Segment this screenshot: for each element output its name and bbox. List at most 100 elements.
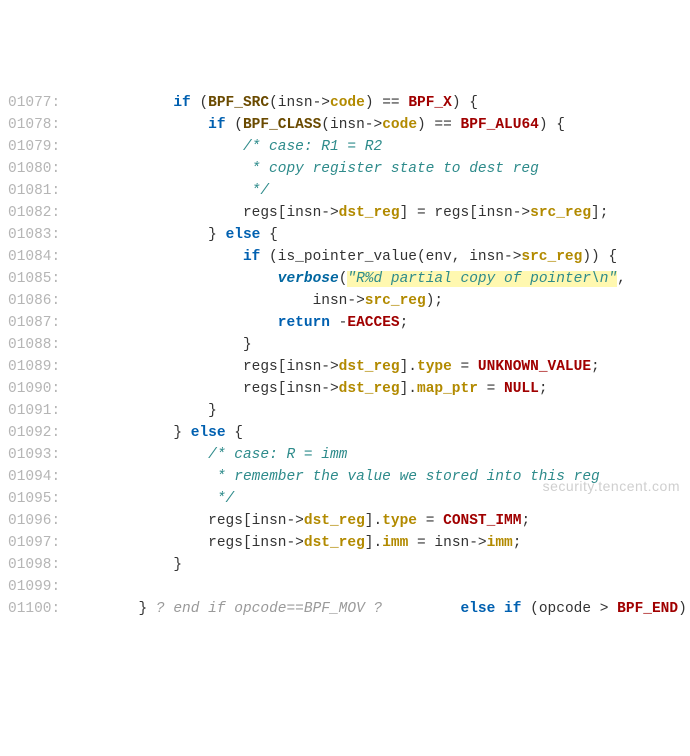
line-number: 01079: — [8, 139, 60, 155]
token-mem: dst_reg — [304, 535, 365, 551]
token-d: ) { — [452, 95, 478, 111]
line-number: 01098: — [8, 557, 60, 573]
token-d: ]. — [365, 535, 382, 551]
token-mac: BPF_CLASS — [243, 117, 321, 133]
token-mem: imm — [487, 535, 513, 551]
watermark: security.tencent.com — [543, 475, 680, 497]
token-d: regs[insn-> — [243, 359, 339, 375]
token-cm: */ — [252, 183, 269, 199]
token-hl: "R%d partial copy of pointer\n" — [347, 271, 617, 287]
code-line: 01089: regs[insn->dst_reg].type = UNKNOW… — [8, 356, 682, 378]
code-line: 01080: * copy register state to dest reg — [8, 158, 682, 180]
token-d: regs[insn-> — [243, 381, 339, 397]
line-number: 01085: — [8, 271, 60, 287]
line-number: 01096: — [8, 513, 60, 529]
code-line: 01090: regs[insn->dst_reg].map_ptr = NUL… — [8, 378, 682, 400]
line-number: 01091: — [8, 403, 60, 419]
token-cm: */ — [217, 491, 234, 507]
token-kw: if — [173, 95, 190, 111]
token-mem: code — [330, 95, 365, 111]
token-d: ) == — [365, 95, 409, 111]
line-number: 01093: — [8, 447, 60, 463]
token-enum: UNKNOWN_VALUE — [478, 359, 591, 375]
token-kw: if — [208, 117, 225, 133]
token-d: ) { — [678, 601, 690, 617]
token-mem: type — [417, 359, 452, 375]
token-kw: else — [226, 227, 261, 243]
token-fn: verbose — [278, 271, 339, 287]
token-mem: src_reg — [521, 249, 582, 265]
line-number: 01099: — [8, 579, 60, 595]
token-mem: dst_reg — [339, 205, 400, 221]
token-d: ; — [400, 315, 409, 331]
token-mem: type — [382, 513, 417, 529]
token-d: ; — [591, 359, 600, 375]
token-mem: map_ptr — [417, 381, 478, 397]
token-kw: else if — [461, 601, 522, 617]
line-number: 01088: — [8, 337, 60, 353]
token-mac: BPF_SRC — [208, 95, 269, 111]
token-enum: BPF_ALU64 — [461, 117, 539, 133]
token-d: insn-> — [313, 293, 365, 309]
token-d: { — [226, 425, 243, 441]
token-kw: if — [243, 249, 260, 265]
token-d: = — [417, 513, 443, 529]
code-line: 01083: } else { — [8, 224, 682, 246]
line-number: 01081: — [8, 183, 60, 199]
line-number: 01078: — [8, 117, 60, 133]
code-line: 01081: */ — [8, 180, 682, 202]
token-mem: src_reg — [530, 205, 591, 221]
code-line: 01091: } — [8, 400, 682, 422]
token-d: ) { — [539, 117, 565, 133]
code-line: 01096: regs[insn->dst_reg].type = CONST_… — [8, 510, 682, 532]
line-number: 01090: — [8, 381, 60, 397]
token-d: (insn-> — [321, 117, 382, 133]
token-mem: imm — [382, 535, 408, 551]
token-mem: dst_reg — [304, 513, 365, 529]
code-line: 01082: regs[insn->dst_reg] = regs[insn->… — [8, 202, 682, 224]
token-mem: dst_reg — [339, 381, 400, 397]
token-d: } — [243, 337, 252, 353]
token-cm: /* case: R = imm — [208, 447, 347, 463]
token-mem: src_reg — [365, 293, 426, 309]
token-d: } — [173, 425, 190, 441]
line-number: 01083: — [8, 227, 60, 243]
token-d: , — [617, 271, 626, 287]
token-d: } — [208, 227, 225, 243]
code-line: 01079: /* case: R1 = R2 — [8, 136, 682, 158]
token-d: )) { — [582, 249, 617, 265]
code-line: 01099: — [8, 576, 682, 598]
token-enum: BPF_END — [617, 601, 678, 617]
token-d: = — [478, 381, 504, 397]
line-number: 01095: — [8, 491, 60, 507]
code-line: 01086: insn->src_reg); — [8, 290, 682, 312]
token-gray: ? end if opcode==BPF_MOV ? — [156, 601, 382, 617]
token-enum: CONST_IMM — [443, 513, 521, 529]
token-d — [382, 601, 460, 617]
token-cm: /* case: R1 = R2 — [243, 139, 382, 155]
token-d: ) == — [417, 117, 461, 133]
token-kw: return — [278, 315, 330, 331]
token-d: - — [330, 315, 347, 331]
token-d: { — [260, 227, 277, 243]
token-kw: else — [191, 425, 226, 441]
code-line: 01088: } — [8, 334, 682, 356]
code-line: 01093: /* case: R = imm — [8, 444, 682, 466]
token-d: ( — [191, 95, 208, 111]
code-line: 01078: if (BPF_CLASS(insn->code) == BPF_… — [8, 114, 682, 136]
code-line: 01077: if (BPF_SRC(insn->code) == BPF_X)… — [8, 92, 682, 114]
token-d: ]. — [400, 381, 417, 397]
token-mem: code — [382, 117, 417, 133]
code-line: 01098: } — [8, 554, 682, 576]
token-d: ; — [513, 535, 522, 551]
token-d: ]. — [400, 359, 417, 375]
token-d: ] = regs[insn-> — [400, 205, 531, 221]
token-d: (insn-> — [269, 95, 330, 111]
line-number: 01100: — [8, 601, 60, 617]
token-d: (opcode > — [521, 601, 617, 617]
token-d: regs[insn-> — [208, 513, 304, 529]
token-d: ( — [226, 117, 243, 133]
token-cm: * copy register state to dest reg — [252, 161, 539, 177]
line-number: 01077: — [8, 95, 60, 111]
line-number: 01086: — [8, 293, 60, 309]
